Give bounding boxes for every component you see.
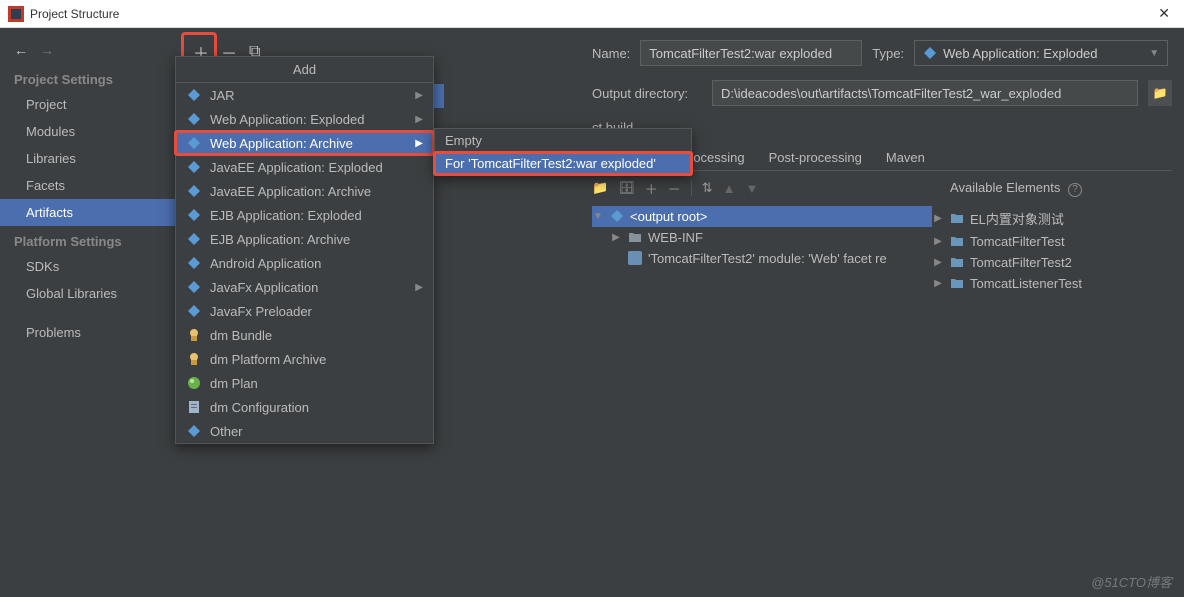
artifact-icon bbox=[610, 209, 624, 223]
artifact-detail-panel: Name: Type: Web Application: Exploded ▼ … bbox=[580, 28, 1184, 597]
tab-postprocessing[interactable]: Post-processing bbox=[757, 145, 874, 170]
add-menu-item[interactable]: dm Bundle bbox=[176, 323, 433, 347]
add-menu-item[interactable]: JavaEE Application: Exploded bbox=[176, 155, 433, 179]
add-menu-item[interactable]: JavaEE Application: Archive bbox=[176, 179, 433, 203]
output-label: Output directory: bbox=[592, 86, 702, 101]
available-el-item[interactable]: ▶TomcatListenerTest bbox=[932, 273, 1172, 294]
add-menu-item[interactable]: JavaFx Application▶ bbox=[176, 275, 433, 299]
type-value: Web Application: Exploded bbox=[943, 46, 1097, 61]
browse-folder-icon[interactable]: 📁 bbox=[1148, 80, 1172, 106]
module-folder-icon bbox=[950, 256, 964, 268]
nav-libraries[interactable]: Libraries bbox=[0, 145, 175, 172]
nav-project[interactable]: Project bbox=[0, 91, 175, 118]
new-archive-icon[interactable]: 🗄 bbox=[618, 180, 635, 196]
section-project-settings: Project Settings bbox=[0, 64, 175, 91]
add-menu-item[interactable]: dm Platform Archive bbox=[176, 347, 433, 371]
new-folder-icon[interactable]: 📁 bbox=[592, 180, 608, 196]
expand-right-icon[interactable]: ▶ bbox=[932, 278, 944, 289]
nav-global-libraries[interactable]: Global Libraries bbox=[0, 280, 175, 307]
expand-down-icon[interactable]: ▼ bbox=[592, 211, 604, 222]
nav-artifacts[interactable]: Artifacts bbox=[0, 199, 175, 226]
archive-submenu: EmptyFor 'TomcatFilterTest2:war exploded… bbox=[434, 128, 692, 176]
forward-arrow-icon: → bbox=[40, 42, 54, 58]
add-copy-icon[interactable]: ＋ bbox=[645, 179, 658, 198]
available-elements-tree[interactable]: ▶EL内置对象测试 ▶TomcatFilterTest ▶TomcatFilte… bbox=[932, 206, 1172, 294]
tree-module-facet[interactable]: 'TomcatFilterTest2' module: 'Web' facet … bbox=[592, 248, 932, 269]
remove-icon[interactable]: － bbox=[668, 179, 681, 198]
nav-facets[interactable]: Facets bbox=[0, 172, 175, 199]
add-artifact-menu: Add JAR▶Web Application: Exploded▶Web Ap… bbox=[175, 56, 434, 444]
chevron-down-icon: ▼ bbox=[1149, 48, 1159, 59]
available-el-item[interactable]: ▶TomcatFilterTest2 bbox=[932, 252, 1172, 273]
section-platform-settings: Platform Settings bbox=[0, 226, 175, 253]
nav-sdks[interactable]: SDKs bbox=[0, 253, 175, 280]
module-folder-icon bbox=[950, 235, 964, 247]
folder-icon bbox=[628, 231, 642, 243]
nav-toolbar: ← → bbox=[0, 36, 175, 64]
back-arrow-icon[interactable]: ← bbox=[14, 42, 28, 58]
available-el-item[interactable]: ▶EL内置对象测试 bbox=[932, 206, 1172, 231]
expand-right-icon[interactable]: ▶ bbox=[932, 257, 944, 268]
nav-modules[interactable]: Modules bbox=[0, 118, 175, 145]
available-elements-label: Available Elements ? bbox=[950, 177, 1082, 200]
type-combo[interactable]: Web Application: Exploded ▼ bbox=[914, 40, 1168, 66]
add-menu-item[interactable]: EJB Application: Archive bbox=[176, 227, 433, 251]
add-menu-item[interactable]: dm Plan bbox=[176, 371, 433, 395]
expand-right-icon[interactable]: ▶ bbox=[932, 236, 944, 247]
output-directory-field[interactable] bbox=[712, 80, 1138, 106]
expand-right-icon[interactable]: ▶ bbox=[610, 232, 622, 243]
app-icon bbox=[8, 6, 24, 22]
help-icon[interactable]: ? bbox=[1068, 183, 1082, 197]
expand-right-icon[interactable]: ▶ bbox=[932, 213, 944, 224]
down-icon[interactable]: ▼ bbox=[746, 181, 759, 196]
sort-icon[interactable]: ⇅ bbox=[702, 180, 713, 196]
module-icon bbox=[628, 251, 642, 265]
close-icon[interactable]: ✕ bbox=[1152, 5, 1176, 22]
type-label: Type: bbox=[872, 46, 904, 61]
add-menu-title: Add bbox=[176, 57, 433, 83]
module-folder-icon bbox=[950, 277, 964, 289]
add-menu-item[interactable]: EJB Application: Exploded bbox=[176, 203, 433, 227]
add-menu-item[interactable]: Android Application bbox=[176, 251, 433, 275]
available-el-item[interactable]: ▶TomcatFilterTest bbox=[932, 231, 1172, 252]
up-icon[interactable]: ▲ bbox=[723, 181, 736, 196]
tab-maven[interactable]: Maven bbox=[874, 145, 937, 170]
tree-output-root[interactable]: ▼ <output root> bbox=[592, 206, 932, 227]
submenu-item[interactable]: Empty bbox=[435, 129, 691, 152]
nav-problems[interactable]: Problems bbox=[0, 319, 175, 346]
add-menu-item[interactable]: Other bbox=[176, 419, 433, 443]
add-menu-item[interactable]: JAR▶ bbox=[176, 83, 433, 107]
web-app-icon bbox=[923, 46, 937, 60]
titlebar: Project Structure ✕ bbox=[0, 0, 1184, 28]
add-menu-item[interactable]: JavaFx Preloader bbox=[176, 299, 433, 323]
add-menu-item[interactable]: Web Application: Archive▶ bbox=[176, 131, 433, 155]
submenu-item[interactable]: For 'TomcatFilterTest2:war exploded' bbox=[435, 152, 691, 175]
add-menu-item[interactable]: dm Configuration bbox=[176, 395, 433, 419]
module-folder-icon bbox=[950, 212, 964, 224]
watermark: @51CTO博客 bbox=[1091, 572, 1172, 591]
layout-toolbar: 📁 🗄 ＋ － ⇅ ▲ ▼ Available Elements ? bbox=[592, 171, 1172, 206]
tree-webinf[interactable]: ▶ WEB-INF bbox=[592, 227, 932, 248]
name-field[interactable] bbox=[640, 40, 862, 66]
sidebar: ← → Project Settings Project Modules Lib… bbox=[0, 28, 175, 597]
add-menu-item[interactable]: Web Application: Exploded▶ bbox=[176, 107, 433, 131]
name-label: Name: bbox=[592, 46, 630, 61]
window-title: Project Structure bbox=[30, 7, 1152, 21]
output-layout-tree[interactable]: ▼ <output root> ▶ WEB-INF 'TomcatFilterT… bbox=[592, 206, 932, 294]
